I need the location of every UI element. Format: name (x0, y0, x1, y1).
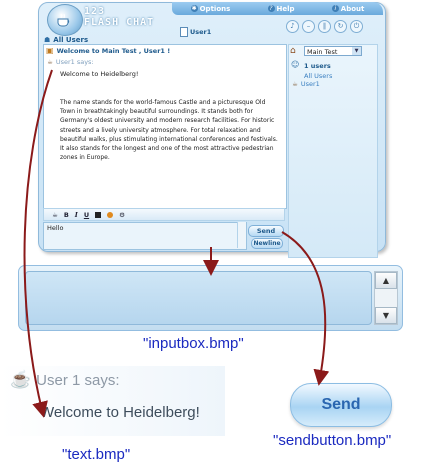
arrow-to-sendbutton (281, 231, 330, 386)
arrow-to-text (23, 69, 53, 418)
callout-arrows (23, 69, 330, 418)
